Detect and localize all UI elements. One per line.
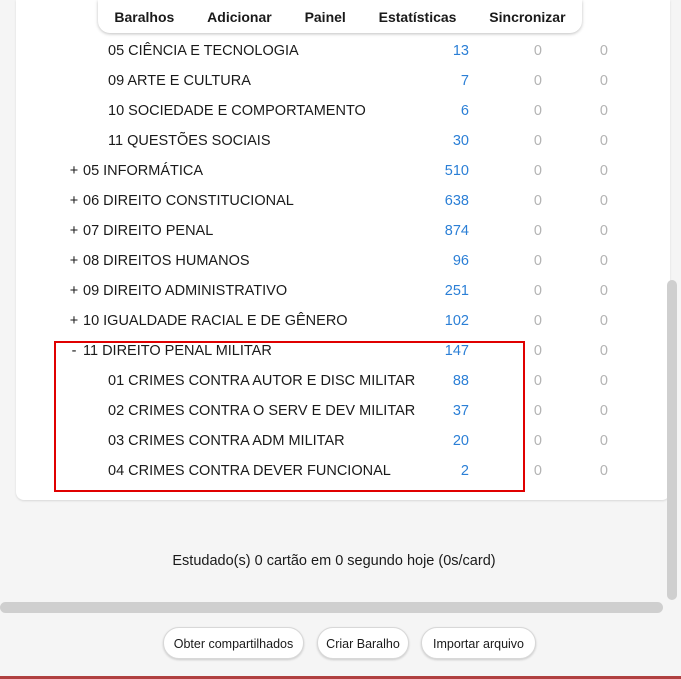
learn-count: 0: [533, 403, 542, 419]
new-count: 7: [460, 73, 469, 89]
top-navigation: Baralhos Adicionar Painel Estatísticas S…: [98, 0, 582, 33]
new-count: 510: [444, 163, 469, 179]
expand-toggle[interactable]: +: [68, 306, 80, 336]
deck-row[interactable]: +09 DIREITO ADMINISTRATIVO 251 0 0: [16, 276, 670, 306]
due-count: 0: [599, 163, 608, 179]
deck-row[interactable]: +06 DIREITO CONSTITUCIONAL 638 0 0: [16, 186, 670, 216]
new-count: 88: [452, 373, 469, 389]
collapse-toggle[interactable]: -: [68, 336, 80, 366]
learn-count: 0: [533, 43, 542, 59]
horizontal-scrollbar[interactable]: [0, 602, 663, 613]
new-count: 251: [444, 283, 469, 299]
deck-row[interactable]: 10 SOCIEDADE E COMPORTAMENTO 6 0 0: [16, 96, 670, 126]
nav-decks[interactable]: Baralhos: [108, 9, 180, 25]
deck-name[interactable]: 02 CRIMES CONTRA O SERV E DEV MILITAR: [108, 396, 415, 426]
learn-count: 0: [533, 373, 542, 389]
deck-row[interactable]: 03 CRIMES CONTRA ADM MILITAR 20 0 0: [16, 426, 670, 456]
new-count: 638: [444, 193, 469, 209]
deck-name[interactable]: 09 ARTE E CULTURA: [108, 66, 251, 96]
expand-toggle[interactable]: +: [68, 246, 80, 276]
due-count: 0: [599, 103, 608, 119]
deck-row[interactable]: 01 CRIMES CONTRA AUTOR E DISC MILITAR 88 0…: [16, 366, 670, 396]
deck-row[interactable]: +07 DIREITO PENAL 874 0 0: [16, 216, 670, 246]
learn-count: 0: [533, 163, 542, 179]
expand-toggle[interactable]: +: [68, 216, 80, 246]
deck-row[interactable]: +10 IGUALDADE RACIAL E DE GÊNERO 102 0 0: [16, 306, 670, 336]
get-shared-button[interactable]: Obter compartilhados: [163, 627, 304, 659]
new-count: 20: [452, 433, 469, 449]
deck-name[interactable]: 05 CIÊNCIA E TECNOLOGIA: [108, 36, 299, 66]
deck-name[interactable]: 06 DIREITO CONSTITUCIONAL: [83, 186, 294, 216]
deck-name[interactable]: 01 CRIMES CONTRA AUTOR E DISC MILITAR: [108, 366, 415, 396]
new-count: 37: [452, 403, 469, 419]
deck-name[interactable]: 09 DIREITO ADMINISTRATIVO: [83, 276, 287, 306]
learn-count: 0: [533, 313, 542, 329]
due-count: 0: [599, 403, 608, 419]
deck-name[interactable]: 11 QUESTÕES SOCIAIS: [108, 126, 271, 156]
learn-count: 0: [533, 463, 542, 479]
new-count: 147: [444, 343, 469, 359]
vertical-scrollbar[interactable]: [667, 280, 677, 600]
new-count: 13: [452, 43, 469, 59]
due-count: 0: [599, 43, 608, 59]
due-count: 0: [599, 313, 608, 329]
due-count: 0: [599, 193, 608, 209]
create-deck-button[interactable]: Criar Baralho: [317, 627, 409, 659]
import-file-button[interactable]: Importar arquivo: [421, 627, 536, 659]
deck-row[interactable]: +08 DIREITOS HUMANOS 96 0 0: [16, 246, 670, 276]
new-count: 96: [452, 253, 469, 269]
new-count: 30: [452, 133, 469, 149]
learn-count: 0: [533, 433, 542, 449]
deck-list-panel: 05 CIÊNCIA E TECNOLOGIA 13 0 0 09 ARTE E CUL…: [16, 0, 670, 500]
deck-name[interactable]: 03 CRIMES CONTRA ADM MILITAR: [108, 426, 345, 456]
nav-dashboard[interactable]: Painel: [299, 9, 352, 25]
deck-row[interactable]: +05 INFORMÁTICA 510 0 0: [16, 156, 670, 186]
deck-name[interactable]: 05 INFORMÁTICA: [83, 156, 203, 186]
learn-count: 0: [533, 133, 542, 149]
nav-sync[interactable]: Sincronizar: [483, 9, 571, 25]
due-count: 0: [599, 463, 608, 479]
deck-row[interactable]: -11 DIREITO PENAL MILITAR 147 0 0: [16, 336, 670, 366]
new-count: 2: [460, 463, 469, 479]
due-count: 0: [599, 73, 608, 89]
learn-count: 0: [533, 253, 542, 269]
expand-toggle[interactable]: +: [68, 156, 80, 186]
new-count: 874: [444, 223, 469, 239]
nav-add[interactable]: Adicionar: [201, 9, 278, 25]
due-count: 0: [599, 283, 608, 299]
nav-statistics[interactable]: Estatísticas: [373, 9, 463, 25]
due-count: 0: [599, 343, 608, 359]
deck-name[interactable]: 11 DIREITO PENAL MILITAR: [83, 336, 272, 366]
learn-count: 0: [533, 73, 542, 89]
learn-count: 0: [533, 283, 542, 299]
learn-count: 0: [533, 343, 542, 359]
deck-row[interactable]: 02 CRIMES CONTRA O SERV E DEV MILITAR 37 0…: [16, 396, 670, 426]
deck-name[interactable]: 08 DIREITOS HUMANOS: [83, 246, 250, 276]
deck-name[interactable]: 10 SOCIEDADE E COMPORTAMENTO: [108, 96, 366, 126]
deck-row[interactable]: 05 CIÊNCIA E TECNOLOGIA 13 0 0: [16, 36, 670, 66]
due-count: 0: [599, 223, 608, 239]
expand-toggle[interactable]: +: [68, 276, 80, 306]
deck-name[interactable]: 04 CRIMES CONTRA DEVER FUNCIONAL: [108, 456, 391, 486]
learn-count: 0: [533, 223, 542, 239]
new-count: 6: [460, 103, 469, 119]
learn-count: 0: [533, 103, 542, 119]
deck-row[interactable]: 11 QUESTÕES SOCIAIS 30 0 0: [16, 126, 670, 156]
learn-count: 0: [533, 193, 542, 209]
deck-row[interactable]: 04 CRIMES CONTRA DEVER FUNCIONAL 2 0 0: [16, 456, 670, 486]
expand-toggle[interactable]: +: [68, 186, 80, 216]
due-count: 0: [599, 373, 608, 389]
deck-name[interactable]: 07 DIREITO PENAL: [83, 216, 213, 246]
due-count: 0: [599, 433, 608, 449]
deck-row[interactable]: 09 ARTE E CULTURA 7 0 0: [16, 66, 670, 96]
new-count: 102: [444, 313, 469, 329]
due-count: 0: [599, 133, 608, 149]
due-count: 0: [599, 253, 608, 269]
study-stats-text: Estudado(s) 0 cartão em 0 segundo hoje (…: [172, 553, 496, 569]
deck-name[interactable]: 10 IGUALDADE RACIAL E DE GÊNERO: [83, 306, 348, 336]
